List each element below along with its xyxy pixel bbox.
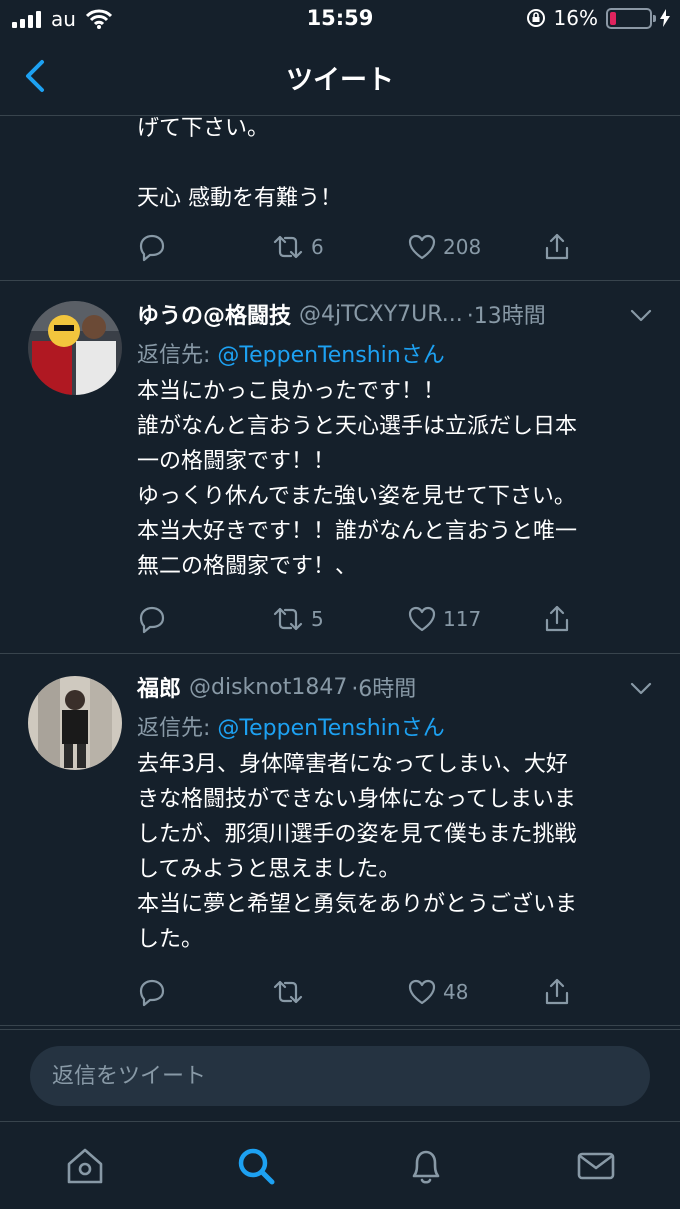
retweet-button[interactable]: 5 (271, 601, 324, 637)
previous-tweet[interactable]: げて下さい。 天心 感動を有難う！ 6 208 (0, 117, 680, 281)
retweet-count: 5 (311, 607, 324, 631)
tweet-time: ·13時間 (466, 304, 546, 329)
charging-bolt-icon (660, 9, 670, 27)
tweet-header: 福郎 @disknot1847 ·6時間 (137, 670, 416, 704)
status-right: 16% (526, 6, 670, 30)
tweet-actions: 48 (137, 974, 577, 1010)
reply-icon (139, 234, 165, 262)
avatar-photo-icon (28, 676, 122, 770)
tweet-time: ·6時間 (351, 677, 417, 702)
avatar[interactable] (28, 301, 122, 395)
reply-button[interactable] (137, 229, 167, 265)
tweet-text: 去年3月、身体障害者になってしまい、大好 きな格闘技ができない身体になってしまい… (137, 752, 578, 952)
status-bar: au 15:59 16% (0, 0, 680, 38)
share-button[interactable] (542, 601, 572, 637)
retweet-icon (273, 607, 303, 631)
share-icon (545, 605, 569, 632)
chevron-down-icon[interactable] (630, 682, 652, 696)
tweet[interactable]: ゆうの@格闘技 @4jTCXY7UR... ·13時間 返信先: @Teppen… (0, 281, 680, 654)
tweet-actions: 5 117 (137, 601, 577, 637)
battery-icon (606, 7, 656, 29)
page-title: ツイート (286, 65, 394, 96)
display-name[interactable]: ゆうの@格闘技 (137, 298, 291, 330)
tweet-feed[interactable]: げて下さい。 天心 感動を有難う！ 6 208 ゆうの@格闘技 @4jTCXY7… (0, 117, 680, 1029)
like-count: 208 (443, 235, 482, 259)
messages-icon[interactable] (574, 1144, 618, 1188)
battery-fill (610, 11, 617, 25)
retweet-icon (273, 235, 303, 259)
reply-button[interactable] (137, 601, 167, 637)
tweet-header: ゆうの@格闘技 @4jTCXY7UR... ·13時間 (137, 297, 546, 331)
retweet-button[interactable] (271, 974, 311, 1010)
reply-icon (139, 606, 165, 634)
heart-icon (408, 979, 436, 1005)
tweet-text: 本当にかっこ良かったです！！ 誰がなんと言おうと天心選手は立派だし日本 一の格闘… (137, 379, 578, 579)
reply-to: 返信先: @TeppenTenshinさん (137, 337, 445, 369)
reply-input[interactable] (30, 1046, 650, 1106)
user-handle[interactable]: @4jTCXY7UR... (299, 302, 463, 327)
reply-composer (0, 1029, 680, 1121)
share-icon (545, 978, 569, 1005)
mention-link[interactable]: @TeppenTenshinさん (217, 716, 444, 741)
home-icon[interactable] (63, 1144, 107, 1188)
tab-bar (0, 1121, 680, 1209)
share-button[interactable] (542, 974, 572, 1010)
search-icon[interactable] (234, 1144, 278, 1188)
share-icon (545, 233, 569, 260)
avatar-photo-icon (28, 301, 122, 395)
tweet-actions: 6 208 (137, 229, 577, 265)
reply-prefix: 返信先: (137, 343, 218, 368)
reply-button[interactable] (137, 974, 167, 1010)
tweet[interactable]: 福郎 @disknot1847 ·6時間 返信先: @TeppenTenshin… (0, 654, 680, 1026)
reply-icon (139, 979, 165, 1007)
heart-icon (408, 234, 436, 260)
orientation-lock-icon (526, 9, 545, 27)
like-button[interactable]: 117 (407, 601, 481, 637)
tweet-text: げて下さい。 天心 感動を有難う！ (137, 117, 342, 211)
like-count: 48 (443, 980, 469, 1004)
nav-bar: ツイート (0, 38, 680, 116)
retweet-button[interactable]: 6 (271, 229, 324, 265)
reply-prefix: 返信先: (137, 716, 218, 741)
display-name[interactable]: 福郎 (137, 671, 181, 703)
retweet-icon (273, 980, 303, 1004)
user-handle[interactable]: @disknot1847 (189, 675, 347, 700)
retweet-count: 6 (311, 235, 324, 259)
like-button[interactable]: 48 (407, 974, 468, 1010)
battery-percent: 16% (553, 6, 598, 30)
mention-link[interactable]: @TeppenTenshinさん (217, 343, 444, 368)
reply-to: 返信先: @TeppenTenshinさん (137, 710, 445, 742)
chevron-down-icon[interactable] (630, 309, 652, 323)
share-button[interactable] (542, 229, 572, 265)
heart-icon (408, 606, 436, 632)
notifications-icon[interactable] (404, 1144, 448, 1188)
like-count: 117 (443, 607, 482, 631)
like-button[interactable]: 208 (407, 229, 481, 265)
avatar[interactable] (28, 676, 122, 770)
